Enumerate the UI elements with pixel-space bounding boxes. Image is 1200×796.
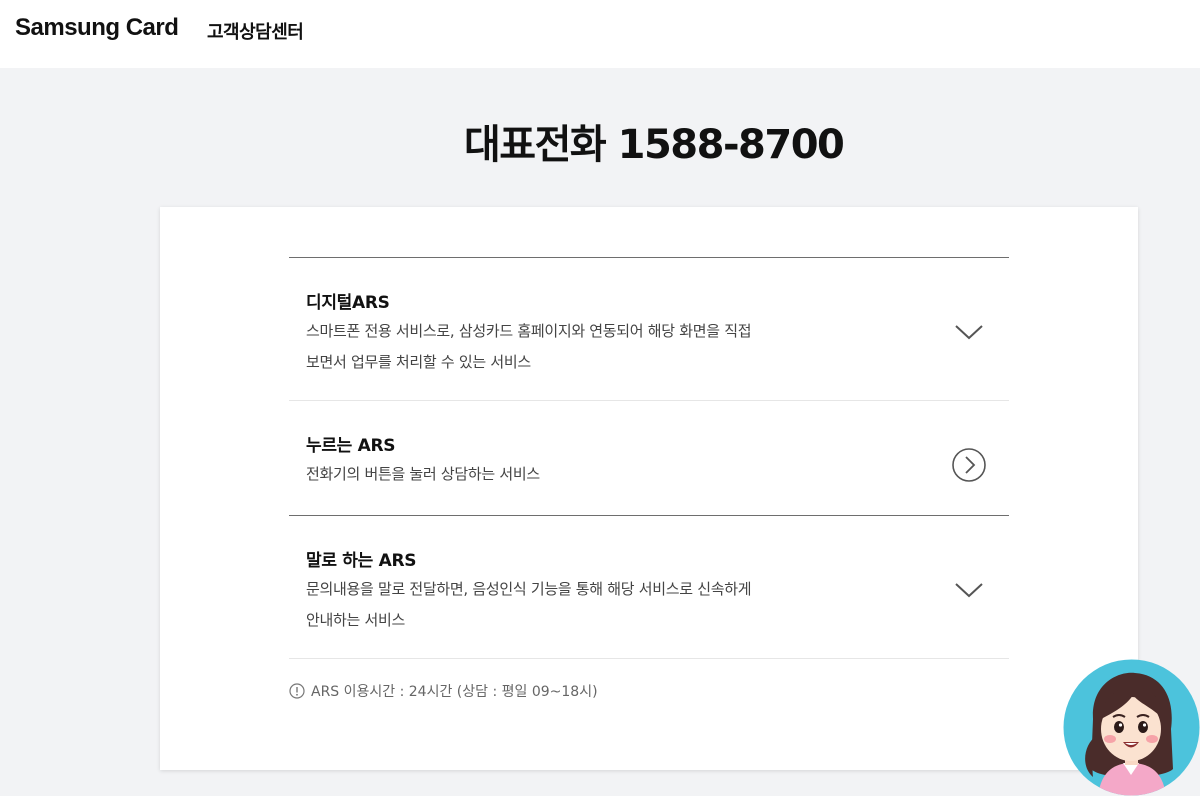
chevron-down-icon[interactable] [951, 314, 987, 350]
ars-item-title: 말로 하는 ARS [306, 551, 417, 571]
chevron-down-icon[interactable] [951, 572, 987, 608]
ars-item-title: 디지털ARS [306, 293, 390, 313]
section-title[interactable]: 고객상담센터 [207, 18, 304, 44]
ars-item-digital[interactable]: 디지털ARS 스마트폰 전용 서비스로, 삼성카드 홈페이지와 연동되어 해당 … [289, 258, 1009, 400]
ars-item-press[interactable]: 누르는 ARS 전화기의 버튼을 눌러 상담하는 서비스 [289, 401, 1009, 515]
page-title: 대표전화 1588-8700 [464, 122, 845, 168]
ars-item-title: 누르는 ARS [306, 436, 396, 456]
circle-arrow-right-icon[interactable] [951, 447, 987, 483]
usage-notice: ARS 이용시간 : 24시간 (상담 : 평일 09~18시) [289, 681, 598, 701]
ars-item-desc: 전화기의 버튼을 눌러 상담하는 서비스 [306, 459, 866, 490]
ars-item-desc-line: 문의내용을 말로 전달하면, 음성인식 기능을 통해 해당 서비스로 신속하게 [306, 580, 752, 598]
top-header: Samsung Card 고객상담센터 [0, 0, 1200, 68]
ars-item-voice[interactable]: 말로 하는 ARS 문의내용을 말로 전달하면, 음성인식 기능을 통해 해당 … [289, 516, 1009, 658]
ars-item-desc-line: 스마트폰 전용 서비스로, 삼성카드 홈페이지와 연동되어 해당 화면을 직접 [306, 322, 752, 340]
ars-item-desc-line: 안내하는 서비스 [306, 611, 405, 629]
usage-notice-text: ARS 이용시간 : 24시간 (상담 : 평일 09~18시) [311, 684, 598, 700]
ars-item-desc-line: 전화기의 버튼을 눌러 상담하는 서비스 [306, 465, 540, 483]
brand-logo[interactable]: Samsung Card [15, 14, 179, 42]
ars-card: 디지털ARS 스마트폰 전용 서비스로, 삼성카드 홈페이지와 연동되어 해당 … [160, 207, 1138, 770]
divider [289, 658, 1009, 659]
avatar [1063, 659, 1200, 796]
ars-item-desc-line: 보면서 업무를 처리할 수 있는 서비스 [306, 353, 531, 371]
ars-item-desc: 문의내용을 말로 전달하면, 음성인식 기능을 통해 해당 서비스로 신속하게 … [306, 574, 866, 636]
info-icon [289, 683, 305, 699]
ars-item-desc: 스마트폰 전용 서비스로, 삼성카드 홈페이지와 연동되어 해당 화면을 직접 … [306, 316, 866, 378]
